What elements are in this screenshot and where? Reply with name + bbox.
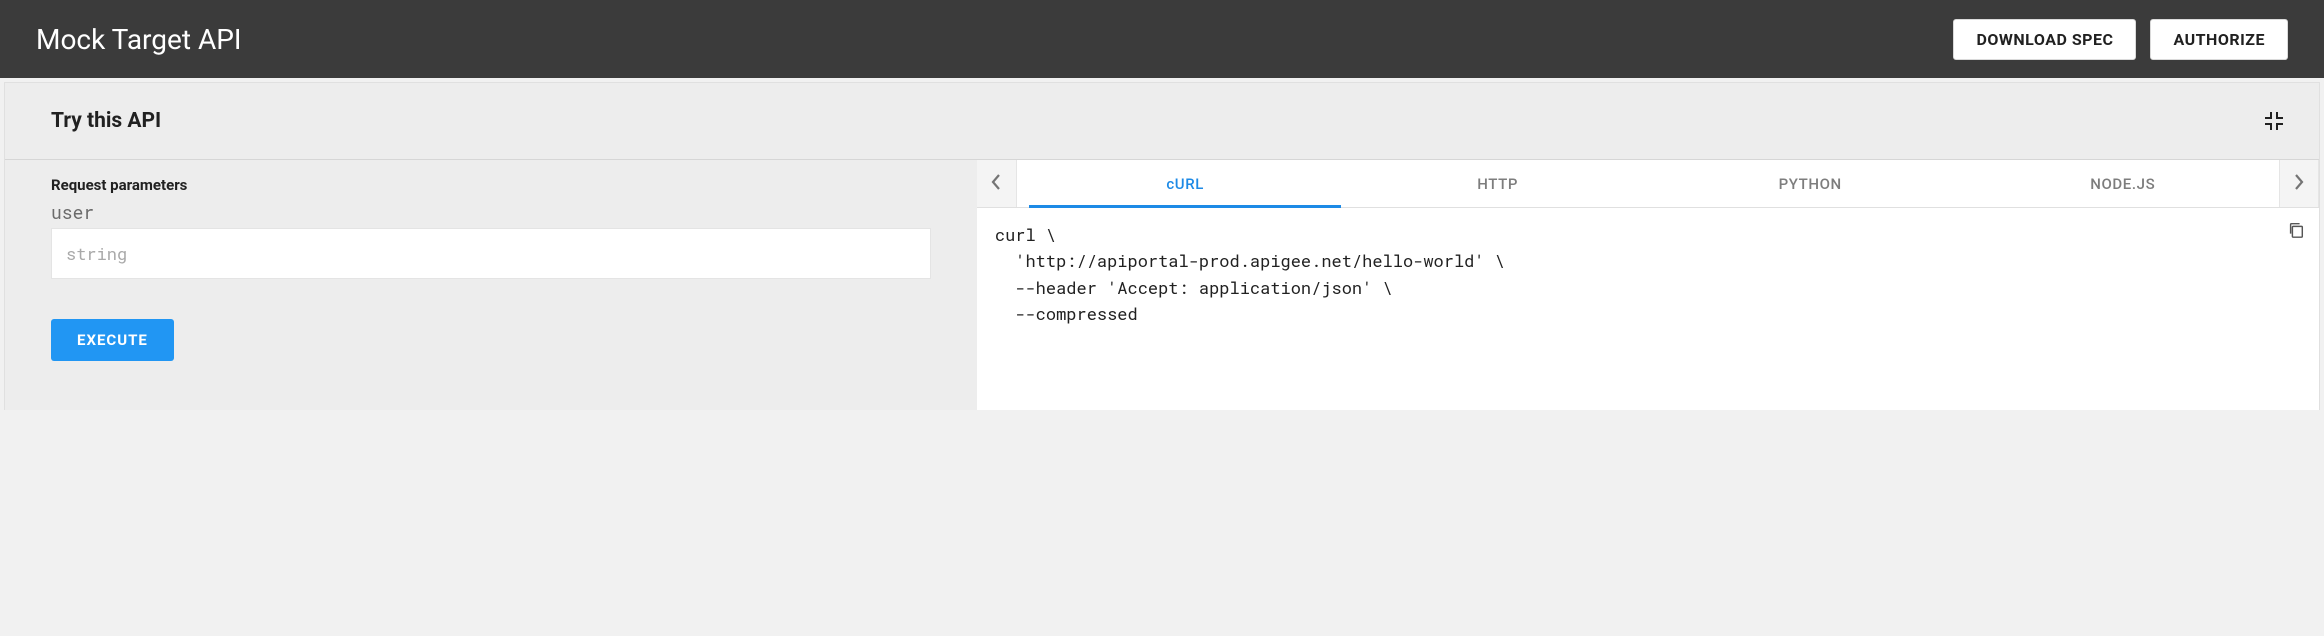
tab-http[interactable]: HTTP xyxy=(1341,160,1654,207)
panel-header: Try this API xyxy=(5,83,2319,160)
authorize-button[interactable]: AUTHORIZE xyxy=(2150,19,2288,60)
tab-nodejs[interactable]: NODE.JS xyxy=(1966,160,2279,207)
tabs-scroll-left-button[interactable] xyxy=(977,160,1017,207)
chevron-left-icon xyxy=(990,174,1002,194)
download-spec-button[interactable]: DOWNLOAD SPEC xyxy=(1953,19,2136,60)
code-sample: curl \ 'http://apiportal-prod.apigee.net… xyxy=(977,208,2319,410)
page-title: Mock Target API xyxy=(36,23,242,56)
execute-button[interactable]: EXECUTE xyxy=(51,319,174,361)
try-api-panel: Try this API Request parameters user EXE… xyxy=(4,82,2320,410)
tab-python[interactable]: PYTHON xyxy=(1654,160,1967,207)
app-header: Mock Target API DOWNLOAD SPEC AUTHORIZE xyxy=(0,0,2324,78)
code-tabs-row: cURL HTTP PYTHON NODE.JS xyxy=(977,160,2319,208)
code-tabs: cURL HTTP PYTHON NODE.JS xyxy=(1029,160,2279,207)
request-parameters-section: Request parameters user EXECUTE xyxy=(5,160,977,410)
request-parameters-label: Request parameters xyxy=(51,176,931,194)
param-input-user[interactable] xyxy=(51,228,931,279)
header-actions: DOWNLOAD SPEC AUTHORIZE xyxy=(1953,19,2288,60)
copy-icon[interactable] xyxy=(2287,220,2305,238)
collapse-icon[interactable] xyxy=(2265,112,2283,130)
panel-title: Try this API xyxy=(51,109,161,133)
code-text: curl \ 'http://apiportal-prod.apigee.net… xyxy=(995,223,1505,325)
tab-curl[interactable]: cURL xyxy=(1029,160,1342,207)
panel-body: Request parameters user EXECUTE cURL HTT… xyxy=(5,160,2319,410)
chevron-right-icon xyxy=(2293,174,2305,194)
tabs-scroll-right-button[interactable] xyxy=(2279,160,2319,207)
code-sample-section: cURL HTTP PYTHON NODE.JS curl \ 'http://… xyxy=(977,160,2319,410)
param-name-user: user xyxy=(51,200,931,224)
